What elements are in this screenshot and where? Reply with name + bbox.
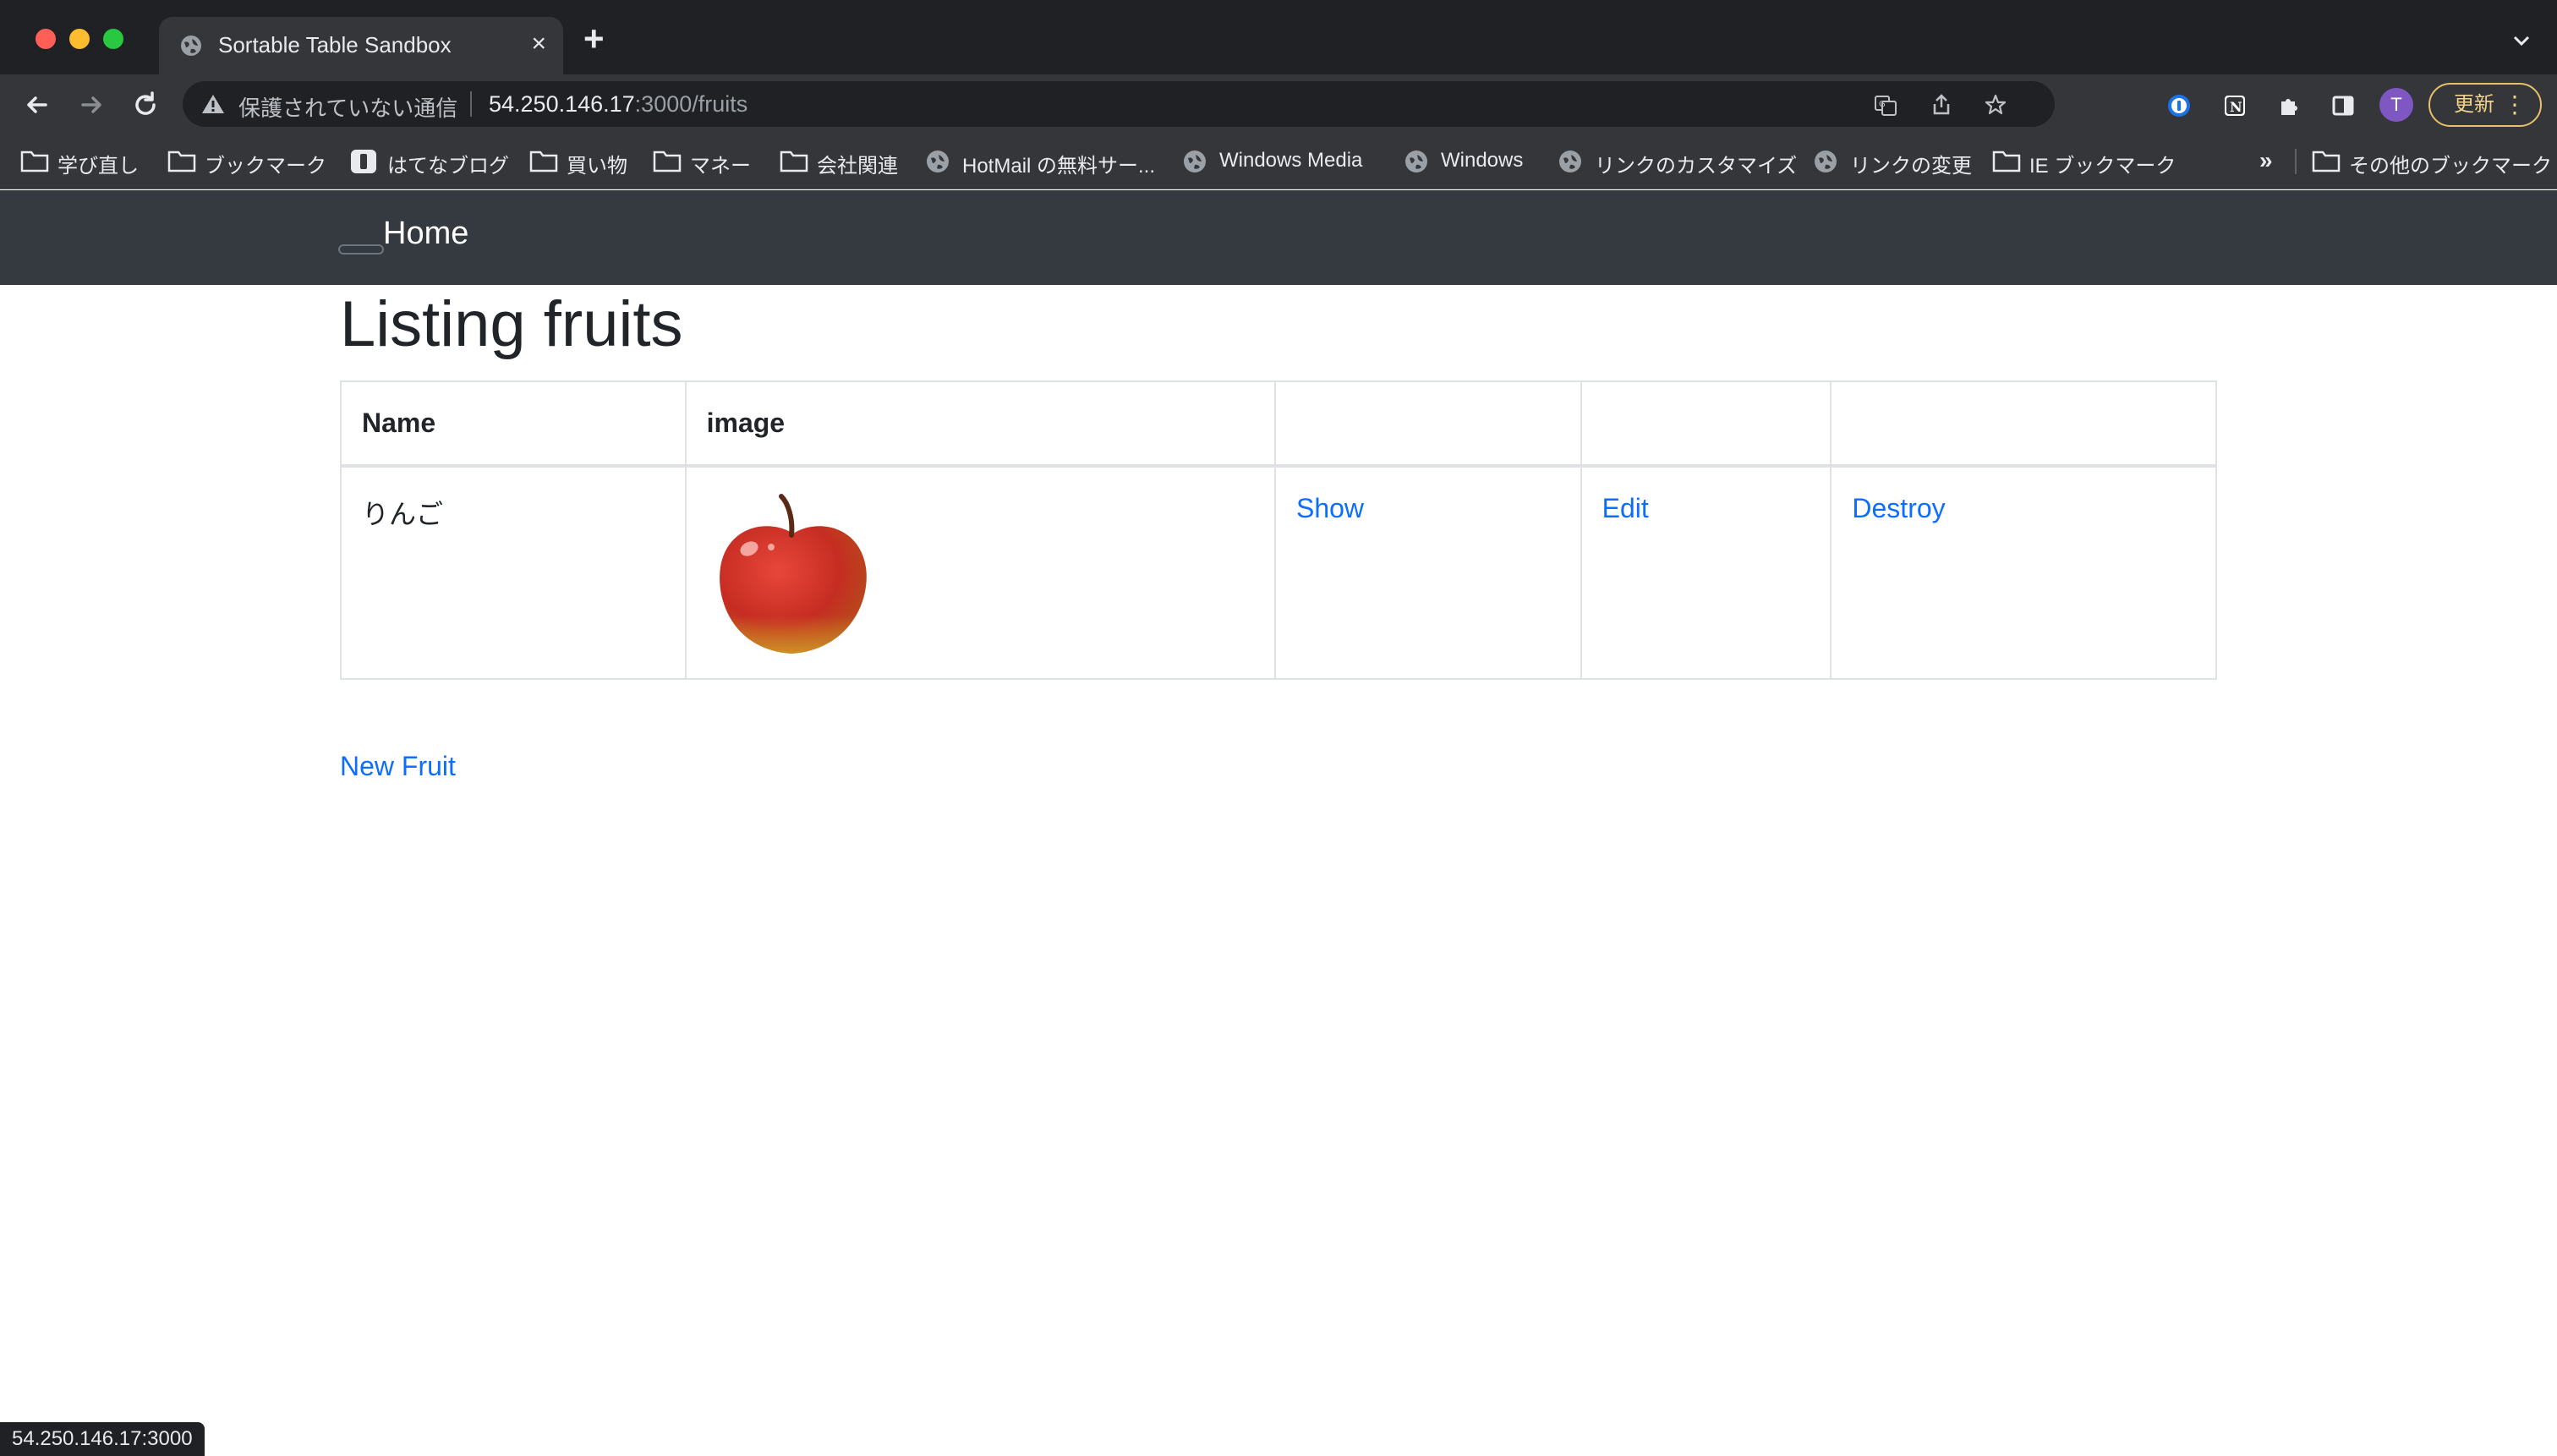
fruit-name-cell: りんご [340, 465, 687, 680]
update-button[interactable]: 更新 ⋮ [2428, 83, 2542, 127]
folder-icon [20, 151, 49, 172]
table-header-row: Name image [340, 380, 2217, 468]
bookmark-label: リンクのカスタマイズ [1595, 155, 1798, 178]
fruits-table: Name image りんご Show Edit Destroy [340, 380, 2217, 680]
security-status-label[interactable]: 保護されていない通信 [238, 91, 457, 123]
close-window-button[interactable] [36, 29, 56, 49]
profile-avatar[interactable]: T [2379, 88, 2413, 122]
browser-toolbar: 保護されていない通信 54.250.146.17:3000/fruits G N… [0, 74, 2557, 134]
bookmark-label: 買い物 [567, 155, 627, 178]
tab-close-button[interactable]: × [531, 29, 546, 59]
tab-title: Sortable Table Sandbox [218, 32, 452, 57]
bookmark-label: Windows Media [1219, 149, 1363, 172]
globe-icon [1815, 151, 1837, 172]
url-path: :3000/fruits [634, 91, 748, 117]
bookmark-star-icon[interactable] [1984, 93, 2007, 117]
bookmark-label: IE ブックマーク [2029, 155, 2176, 178]
hatena-icon [351, 150, 376, 173]
url-text[interactable]: 54.250.146.17:3000/fruits [489, 91, 747, 118]
chevron-down-icon[interactable] [2511, 30, 2532, 51]
forward-arrow-icon[interactable] [74, 88, 108, 122]
globe-icon [927, 151, 949, 172]
status-url-bar: 54.250.146.17:3000 [0, 1422, 205, 1456]
bookmark-label: HotMail の無料サー... [962, 155, 1156, 178]
edit-link[interactable]: Edit [1602, 493, 1649, 523]
bookmark-label: マネー [690, 155, 751, 178]
show-cell: Show [1273, 465, 1582, 680]
folder-icon [780, 151, 808, 172]
globe-icon [1405, 151, 1427, 172]
table-row: りんご Show Edit Destroy [340, 465, 2217, 680]
bookmarks-divider [2295, 149, 2297, 174]
bookmarks-bar: 学び直し ブックマーク はてなブログ 買い物 マネー 会社関連 HotMail … [0, 134, 2557, 189]
bookmark-label: はてなブログ [387, 155, 509, 178]
globe-icon [1559, 151, 1581, 172]
bookmark-label: 会社関連 [817, 155, 898, 178]
globe-icon [181, 36, 201, 56]
password-manager-icon[interactable] [2166, 93, 2192, 118]
column-header-image: image [684, 380, 1276, 468]
column-header-show [1273, 380, 1582, 468]
minimize-window-button[interactable] [69, 29, 90, 49]
edit-cell: Edit [1580, 465, 1832, 680]
address-bar[interactable]: 保護されていない通信 54.250.146.17:3000/fruits G [183, 81, 2055, 127]
back-arrow-icon[interactable] [20, 88, 54, 122]
tab-sortable-table-sandbox[interactable]: Sortable Table Sandbox × [159, 17, 563, 74]
column-header-destroy [1830, 380, 2217, 468]
navbar-toggler-button[interactable] [338, 244, 384, 255]
maximize-window-button[interactable] [103, 29, 123, 49]
share-icon[interactable] [1930, 93, 1953, 117]
notion-icon[interactable]: N [2222, 93, 2248, 118]
page-title: Listing fruits [340, 288, 683, 360]
svg-text:G: G [1879, 100, 1886, 109]
destroy-link[interactable]: Destroy [1852, 493, 1945, 523]
column-header-name: Name [340, 380, 687, 468]
destroy-cell: Destroy [1830, 465, 2217, 680]
folder-icon [529, 151, 558, 172]
folder-icon [167, 151, 196, 172]
show-link[interactable]: Show [1296, 493, 1364, 523]
url-host: 54.250.146.17 [489, 91, 635, 117]
apple-image [719, 494, 867, 654]
browser-tab-bar: Sortable Table Sandbox × + [0, 0, 2557, 74]
bookmark-label: ブックマーク [205, 155, 326, 178]
fruit-image-cell [684, 465, 1276, 680]
extensions-puzzle-icon[interactable] [2276, 93, 2302, 118]
more-menu-icon[interactable]: ⋮ [2503, 85, 2527, 125]
address-divider [470, 91, 472, 117]
svg-text:N: N [2230, 99, 2242, 115]
site-navbar: Home [0, 190, 2557, 285]
bookmarks-overflow-button[interactable]: » [2259, 147, 2273, 174]
new-fruit-link[interactable]: New Fruit [340, 751, 456, 782]
bookmark-label: Windows [1441, 149, 1524, 172]
globe-icon [1184, 151, 1206, 172]
reload-icon[interactable] [129, 88, 162, 122]
bookmark-label: その他のブックマーク [2349, 155, 2552, 178]
folder-icon [653, 151, 682, 172]
folder-icon [1992, 151, 2021, 172]
bookmark-label: 学び直し [57, 155, 139, 178]
bookmark-label: リンクの変更 [1850, 155, 1972, 178]
side-panel-icon[interactable] [2330, 93, 2356, 118]
warning-icon[interactable] [201, 93, 225, 115]
home-link[interactable]: Home [383, 216, 468, 252]
new-tab-button[interactable]: + [583, 21, 605, 57]
column-header-edit [1580, 380, 1832, 468]
folder-icon [2312, 151, 2341, 172]
update-label: 更新 [2454, 93, 2494, 116]
translate-icon[interactable]: G [1874, 93, 1897, 117]
